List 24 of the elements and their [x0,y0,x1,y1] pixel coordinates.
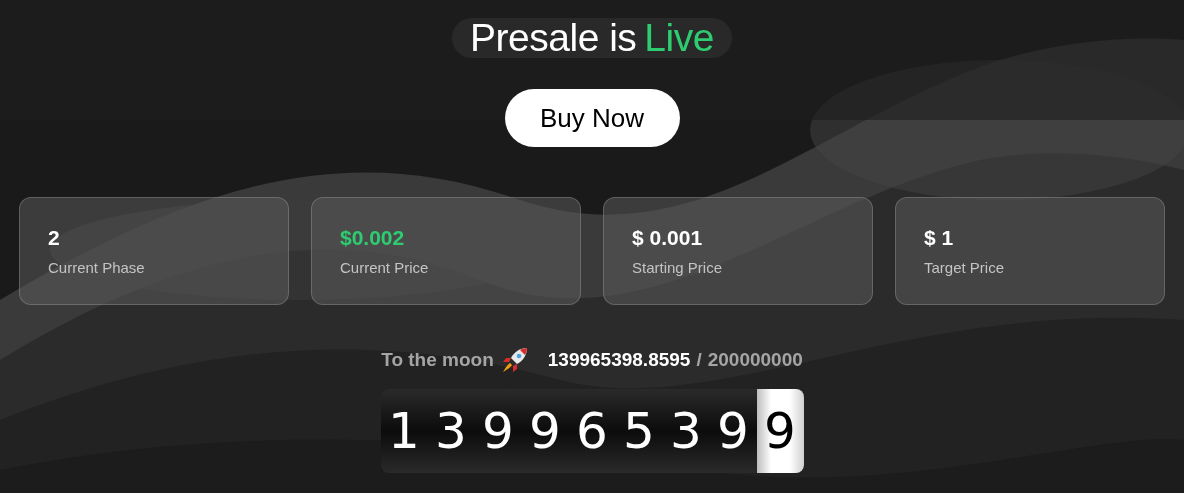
counter-digit: 9 [709,389,757,473]
sold-amount: 139965398.8595 [547,349,691,371]
heading: Presale is [470,18,637,58]
buy-button[interactable]: Buy Now [504,89,680,147]
counter-digit: 9 [756,389,804,473]
separator: / [696,349,702,371]
heading-highlight: Live [644,18,714,58]
stat-value: $0.002 [340,226,406,250]
stat-value: 2 [48,226,61,250]
counter-digit: 5 [615,389,663,473]
counter-digit: 3 [662,389,710,473]
total-amount: 200000000 [707,349,803,371]
stat-label: Target Price [924,259,1006,276]
counter-digit: 6 [568,389,616,473]
stat-label: Current Phase [48,259,146,276]
counter-digit: 1 [380,389,428,473]
counter-digit: 9 [521,389,569,473]
stat-value: $ 1 [924,226,955,250]
stat-value: $ 0.001 [632,226,704,250]
progress-label: To the moon [381,349,494,371]
stat-label: Current Price [340,259,430,276]
counter-digit: 3 [427,389,475,473]
stat-label: Starting Price [632,259,724,276]
counter-digit: 9 [474,389,522,473]
